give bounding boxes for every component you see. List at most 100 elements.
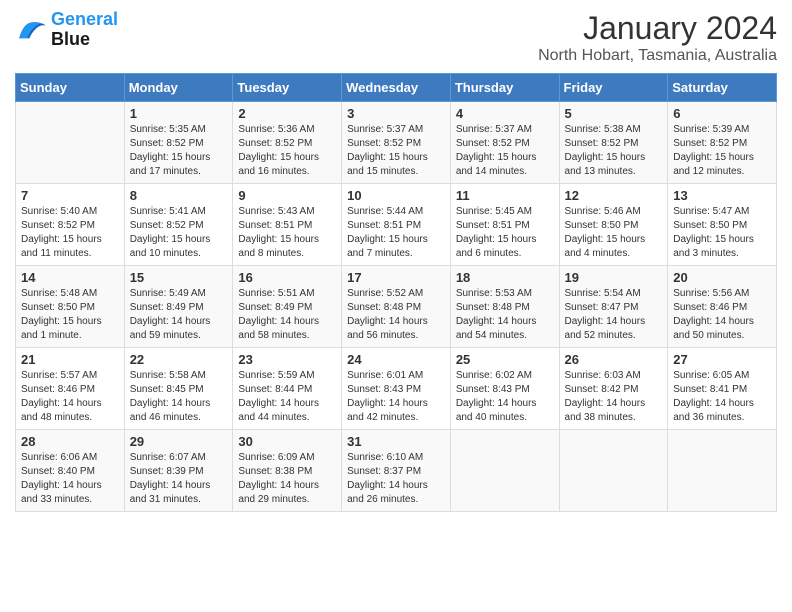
day-info: Sunrise: 5:40 AM Sunset: 8:52 PM Dayligh… [21, 205, 119, 261]
calendar-cell: 2 Sunrise: 5:36 AM Sunset: 8:52 PM Daylig… [233, 102, 342, 184]
day-info: Sunrise: 5:54 AM Sunset: 8:47 PM Dayligh… [565, 287, 663, 343]
calendar-cell: 19 Sunrise: 5:54 AM Sunset: 8:47 PM Dayli… [559, 266, 668, 348]
calendar-cell: 23 Sunrise: 5:59 AM Sunset: 8:44 PM Dayli… [233, 348, 342, 430]
day-number: 17 [347, 270, 445, 285]
calendar-cell: 13 Sunrise: 5:47 AM Sunset: 8:50 PM Dayli… [668, 184, 777, 266]
day-number: 6 [673, 106, 771, 121]
day-info: Sunrise: 5:35 AM Sunset: 8:52 PM Dayligh… [130, 123, 228, 179]
day-info: Sunrise: 5:45 AM Sunset: 8:51 PM Dayligh… [456, 205, 554, 261]
page-header: General Blue January 2024 North Hobart, … [15, 10, 777, 65]
day-number: 14 [21, 270, 119, 285]
calendar-cell: 5 Sunrise: 5:38 AM Sunset: 8:52 PM Daylig… [559, 102, 668, 184]
day-number: 4 [456, 106, 554, 121]
day-number: 5 [565, 106, 663, 121]
day-info: Sunrise: 5:58 AM Sunset: 8:45 PM Dayligh… [130, 369, 228, 425]
calendar-week-row: 28 Sunrise: 6:06 AM Sunset: 8:40 PM Dayli… [16, 430, 777, 512]
day-number: 22 [130, 352, 228, 367]
day-info: Sunrise: 6:02 AM Sunset: 8:43 PM Dayligh… [456, 369, 554, 425]
day-info: Sunrise: 5:37 AM Sunset: 8:52 PM Dayligh… [347, 123, 445, 179]
day-info: Sunrise: 5:52 AM Sunset: 8:48 PM Dayligh… [347, 287, 445, 343]
header-saturday: Saturday [668, 74, 777, 102]
day-info: Sunrise: 5:37 AM Sunset: 8:52 PM Dayligh… [456, 123, 554, 179]
subtitle: North Hobart, Tasmania, Australia [538, 47, 777, 65]
calendar-cell: 30 Sunrise: 6:09 AM Sunset: 8:38 PM Dayli… [233, 430, 342, 512]
logo-line2: Blue [51, 29, 90, 49]
calendar-cell: 7Sunrise: 5:40 AM Sunset: 8:52 PM Daylig… [16, 184, 125, 266]
day-info: Sunrise: 5:49 AM Sunset: 8:49 PM Dayligh… [130, 287, 228, 343]
calendar-cell [559, 430, 668, 512]
day-number: 10 [347, 188, 445, 203]
day-info: Sunrise: 6:10 AM Sunset: 8:37 PM Dayligh… [347, 451, 445, 507]
calendar-cell [668, 430, 777, 512]
calendar-week-row: 21Sunrise: 5:57 AM Sunset: 8:46 PM Dayli… [16, 348, 777, 430]
day-number: 23 [238, 352, 336, 367]
day-number: 13 [673, 188, 771, 203]
calendar-cell: 11 Sunrise: 5:45 AM Sunset: 8:51 PM Dayli… [450, 184, 559, 266]
day-number: 28 [21, 434, 119, 449]
day-number: 21 [21, 352, 119, 367]
day-number: 12 [565, 188, 663, 203]
day-info: Sunrise: 5:47 AM Sunset: 8:50 PM Dayligh… [673, 205, 771, 261]
day-number: 2 [238, 106, 336, 121]
day-info: Sunrise: 5:44 AM Sunset: 8:51 PM Dayligh… [347, 205, 445, 261]
calendar-cell: 4 Sunrise: 5:37 AM Sunset: 8:52 PM Daylig… [450, 102, 559, 184]
day-info: Sunrise: 5:38 AM Sunset: 8:52 PM Dayligh… [565, 123, 663, 179]
calendar-cell: 17 Sunrise: 5:52 AM Sunset: 8:48 PM Dayli… [342, 266, 451, 348]
day-info: Sunrise: 5:59 AM Sunset: 8:44 PM Dayligh… [238, 369, 336, 425]
header-friday: Friday [559, 74, 668, 102]
day-info: Sunrise: 6:06 AM Sunset: 8:40 PM Dayligh… [21, 451, 119, 507]
logo: General Blue [15, 10, 118, 50]
calendar-cell: 22 Sunrise: 5:58 AM Sunset: 8:45 PM Dayli… [124, 348, 233, 430]
day-info: Sunrise: 6:09 AM Sunset: 8:38 PM Dayligh… [238, 451, 336, 507]
calendar-cell: 25 Sunrise: 6:02 AM Sunset: 8:43 PM Dayli… [450, 348, 559, 430]
calendar-header-row: SundayMondayTuesdayWednesdayThursdayFrid… [16, 74, 777, 102]
day-info: Sunrise: 6:03 AM Sunset: 8:42 PM Dayligh… [565, 369, 663, 425]
day-number: 18 [456, 270, 554, 285]
day-number: 30 [238, 434, 336, 449]
day-number: 8 [130, 188, 228, 203]
calendar-cell: 31 Sunrise: 6:10 AM Sunset: 8:37 PM Dayli… [342, 430, 451, 512]
day-number: 29 [130, 434, 228, 449]
calendar-cell [16, 102, 125, 184]
day-number: 1 [130, 106, 228, 121]
day-number: 26 [565, 352, 663, 367]
calendar-cell: 1 Sunrise: 5:35 AM Sunset: 8:52 PM Daylig… [124, 102, 233, 184]
day-info: Sunrise: 5:48 AM Sunset: 8:50 PM Dayligh… [21, 287, 119, 343]
main-title: January 2024 [538, 10, 777, 47]
day-number: 31 [347, 434, 445, 449]
calendar-cell: 18 Sunrise: 5:53 AM Sunset: 8:48 PM Dayli… [450, 266, 559, 348]
day-info: Sunrise: 5:46 AM Sunset: 8:50 PM Dayligh… [565, 205, 663, 261]
header-monday: Monday [124, 74, 233, 102]
calendar-cell: 16Sunrise: 5:51 AM Sunset: 8:49 PM Dayli… [233, 266, 342, 348]
day-number: 20 [673, 270, 771, 285]
calendar-cell: 15 Sunrise: 5:49 AM Sunset: 8:49 PM Dayli… [124, 266, 233, 348]
day-number: 9 [238, 188, 336, 203]
day-number: 19 [565, 270, 663, 285]
calendar-week-row: 14 Sunrise: 5:48 AM Sunset: 8:50 PM Dayli… [16, 266, 777, 348]
day-number: 11 [456, 188, 554, 203]
calendar-cell: 9Sunrise: 5:43 AM Sunset: 8:51 PM Daylig… [233, 184, 342, 266]
day-number: 15 [130, 270, 228, 285]
calendar-cell: 12 Sunrise: 5:46 AM Sunset: 8:50 PM Dayli… [559, 184, 668, 266]
day-number: 25 [456, 352, 554, 367]
day-info: Sunrise: 5:41 AM Sunset: 8:52 PM Dayligh… [130, 205, 228, 261]
day-info: Sunrise: 5:39 AM Sunset: 8:52 PM Dayligh… [673, 123, 771, 179]
calendar-cell: 10 Sunrise: 5:44 AM Sunset: 8:51 PM Dayli… [342, 184, 451, 266]
header-tuesday: Tuesday [233, 74, 342, 102]
day-info: Sunrise: 5:51 AM Sunset: 8:49 PM Dayligh… [238, 287, 336, 343]
calendar-cell [450, 430, 559, 512]
day-number: 3 [347, 106, 445, 121]
header-thursday: Thursday [450, 74, 559, 102]
calendar-cell: 27 Sunrise: 6:05 AM Sunset: 8:41 PM Dayli… [668, 348, 777, 430]
calendar-cell: 24Sunrise: 6:01 AM Sunset: 8:43 PM Dayli… [342, 348, 451, 430]
day-info: Sunrise: 6:05 AM Sunset: 8:41 PM Dayligh… [673, 369, 771, 425]
calendar-cell: 26 Sunrise: 6:03 AM Sunset: 8:42 PM Dayli… [559, 348, 668, 430]
calendar-cell: 29Sunrise: 6:07 AM Sunset: 8:39 PM Dayli… [124, 430, 233, 512]
calendar-week-row: 1 Sunrise: 5:35 AM Sunset: 8:52 PM Daylig… [16, 102, 777, 184]
calendar-cell: 8 Sunrise: 5:41 AM Sunset: 8:52 PM Daylig… [124, 184, 233, 266]
header-wednesday: Wednesday [342, 74, 451, 102]
day-info: Sunrise: 5:36 AM Sunset: 8:52 PM Dayligh… [238, 123, 336, 179]
day-info: Sunrise: 5:53 AM Sunset: 8:48 PM Dayligh… [456, 287, 554, 343]
calendar-cell: 3 Sunrise: 5:37 AM Sunset: 8:52 PM Daylig… [342, 102, 451, 184]
day-number: 27 [673, 352, 771, 367]
